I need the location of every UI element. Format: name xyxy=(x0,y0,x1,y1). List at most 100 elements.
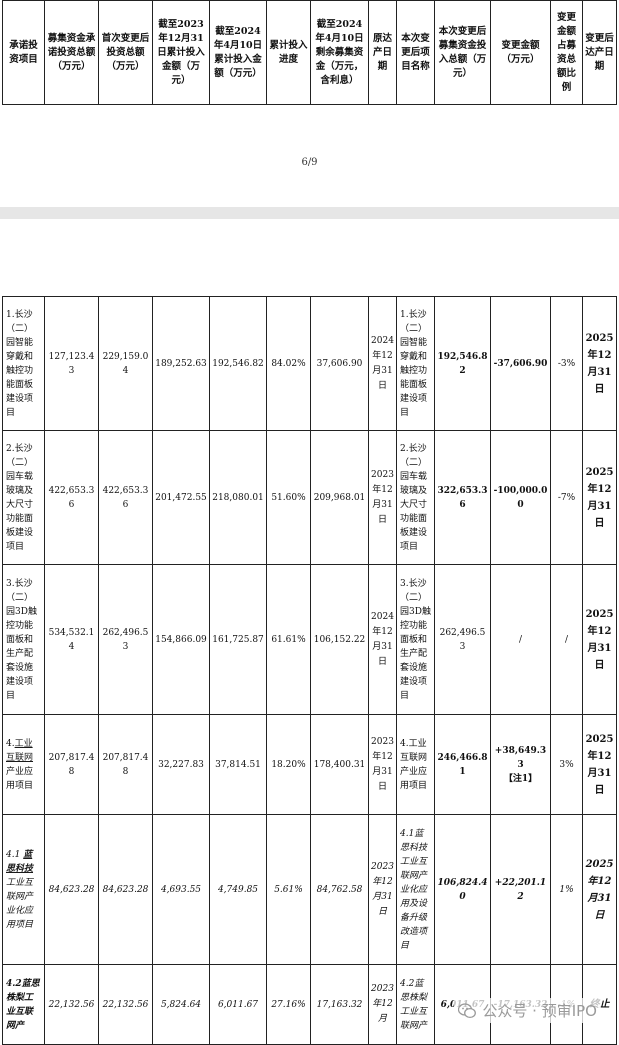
project-name: 4.2蓝思株梨工业互联网产 xyxy=(2,964,45,1045)
col-header: 本次变更后项目名称 xyxy=(396,0,435,105)
committed-amount: 422,653.36 xyxy=(44,430,99,565)
new-project-name: 4.2蓝思株梨工业互联网产 xyxy=(396,964,435,1045)
change-ratio: / xyxy=(550,564,583,715)
progress: 51.60% xyxy=(266,430,311,565)
progress: 84.02% xyxy=(266,296,311,431)
first-change-amount: 207,817.48 xyxy=(98,714,153,815)
project-prefix: 4.1 xyxy=(6,849,24,860)
original-date: 2023年12月 xyxy=(368,964,397,1045)
committed-amount: 84,623.28 xyxy=(44,814,99,965)
col-header: 变更金额占募资总额比例 xyxy=(550,0,583,105)
project-name: 2.长沙（二）园车载玻璃及大尺寸功能面板建设项目 xyxy=(2,430,45,565)
project-prefix: 4. xyxy=(6,738,15,749)
cumulative-2023: 189,252.63 xyxy=(152,296,210,431)
original-date: 2023年12月31日 xyxy=(368,714,397,815)
first-change-amount: 262,496.53 xyxy=(98,564,153,715)
cumulative-2024: 218,080.01 xyxy=(209,430,267,565)
new-project-name: 4.工业互联网产业应用项目 xyxy=(396,714,435,815)
original-date: 2023年12月31日 xyxy=(368,814,397,965)
col-header: 首次变更后投资总额（万元） xyxy=(98,0,153,105)
col-header: 变更后达产日期 xyxy=(582,0,617,105)
cumulative-2024: 161,725.87 xyxy=(209,564,267,715)
new-total: 322,653.36 xyxy=(434,430,491,565)
first-change-amount: 84,623.28 xyxy=(98,814,153,965)
new-total: 262,496.53 xyxy=(434,564,491,715)
page-separator xyxy=(0,207,619,219)
new-project-name: 4.1蓝思科技工业互联网产业化应用及设备升级改造项目 xyxy=(396,814,435,965)
new-project-name: 3.长沙（二）园3D触控功能面板和生产配套设施建设项目 xyxy=(396,564,435,715)
original-date: 2024年12月31日 xyxy=(368,564,397,715)
change-amount: +38,649.33 【注1】 xyxy=(490,714,551,815)
change-ratio: -7% xyxy=(550,430,583,565)
table-row: 2.长沙（二）园车载玻璃及大尺寸功能面板建设项目 422,653.36 422,… xyxy=(2,430,617,565)
table-row: 1.长沙（二）园智能穿戴和触控功能面板建设项目 127,123.43 229,1… xyxy=(2,296,617,431)
original-date: 2023年12月31日 xyxy=(368,430,397,565)
new-date: 2025年12月31日 xyxy=(582,714,617,815)
table-row: 3.长沙（二）园3D触控功能面板和生产配套设施建设项目 534,532.14 2… xyxy=(2,564,617,715)
change-amount: / xyxy=(490,564,551,715)
col-header: 变更金额（万元） xyxy=(490,0,551,105)
project-suffix: 产业应用项目 xyxy=(6,766,34,791)
new-date: 2025年12月31日 xyxy=(582,430,617,565)
remaining-funds: 37,606.90 xyxy=(310,296,369,431)
col-header: 本次变更后募集资金投入总额（万元） xyxy=(434,0,491,105)
col-header: 原达产日期 xyxy=(368,0,397,105)
col-header: 截至2024年4月10日累计投入金额（万元） xyxy=(209,0,267,105)
cumulative-2024: 4,749.85 xyxy=(209,814,267,965)
change-ratio: 3% xyxy=(550,714,583,815)
progress: 27.16% xyxy=(266,964,311,1045)
new-total: 246,466.81 xyxy=(434,714,491,815)
change-note: 【注1】 xyxy=(503,773,538,784)
change-amount: +22,201.12 xyxy=(490,814,551,965)
col-header: 截至2023年12月31日累计投入金额（万元） xyxy=(152,0,210,105)
new-project-name: 1.长沙（二）园智能穿戴和触控功能面板建设项目 xyxy=(396,296,435,431)
page-number: 6/9 xyxy=(301,157,318,168)
new-date: 2025年12月31日 xyxy=(582,814,617,965)
table-row: 4.1 蓝思科技工业互联网产业化应用项目 84,623.28 84,623.28… xyxy=(2,814,617,965)
change-ratio: 1% xyxy=(550,814,583,965)
col-header: 募集资金承诺投资总额（万元） xyxy=(44,0,99,105)
table-header: 承诺投资项目 募集资金承诺投资总额（万元） 首次变更后投资总额（万元） 截至20… xyxy=(2,0,617,105)
wechat-icon xyxy=(458,1002,477,1018)
col-header: 截至2024年4月10日剩余募集资金（万元，含利息） xyxy=(310,0,369,105)
cumulative-2023: 5,824.64 xyxy=(152,964,210,1045)
project-suffix: 工业互联网产业化应用项目 xyxy=(6,877,34,930)
first-change-amount: 22,132.56 xyxy=(98,964,153,1045)
cumulative-2023: 154,866.09 xyxy=(152,564,210,715)
page: 承诺投资项目 募集资金承诺投资总额（万元） 首次变更后投资总额（万元） 截至20… xyxy=(0,0,619,1045)
committed-amount: 207,817.48 xyxy=(44,714,99,815)
committed-amount: 127,123.43 xyxy=(44,296,99,431)
change-ratio: -3% xyxy=(550,296,583,431)
first-change-amount: 422,653.36 xyxy=(98,430,153,565)
remaining-funds: 106,152.22 xyxy=(310,564,369,715)
new-total: 192,546.82 xyxy=(434,296,491,431)
table-body: 1.长沙（二）园智能穿戴和触控功能面板建设项目 127,123.43 229,1… xyxy=(2,296,617,1045)
change-amount: -37,606.90 xyxy=(490,296,551,431)
original-date: 2024年12月31日 xyxy=(368,296,397,431)
cumulative-2024: 192,546.82 xyxy=(209,296,267,431)
remaining-funds: 17,163.32 xyxy=(310,964,369,1045)
change-amount: -100,000.00 xyxy=(490,430,551,565)
new-total: 106,824.40 xyxy=(434,814,491,965)
remaining-funds: 178,400.31 xyxy=(310,714,369,815)
progress: 5.61% xyxy=(266,814,311,965)
new-date: 2025年12月31日 xyxy=(582,564,617,715)
new-date: 2025年12月31日 xyxy=(582,296,617,431)
committed-amount: 22,132.56 xyxy=(44,964,99,1045)
progress: 61.61% xyxy=(266,564,311,715)
col-header: 承诺投资项目 xyxy=(2,0,45,105)
cumulative-2023: 32,227.83 xyxy=(152,714,210,815)
cumulative-2024: 37,814.51 xyxy=(209,714,267,815)
remaining-funds: 209,968.01 xyxy=(310,430,369,565)
table-row: 4.工业互联网产业应用项目 207,817.48 207,817.48 32,2… xyxy=(2,714,617,815)
committed-amount: 534,532.14 xyxy=(44,564,99,715)
project-name: 4.工业互联网产业应用项目 xyxy=(2,714,45,815)
project-name: 4.1 蓝思科技工业互联网产业化应用项目 xyxy=(2,814,45,965)
new-project-name: 2.长沙（二）园车载玻璃及大尺寸功能面板建设项目 xyxy=(396,430,435,565)
watermark-text: 公众号 · 预审IPO xyxy=(482,1002,597,1020)
change-value: +38,649.33 xyxy=(494,745,547,770)
cumulative-2024: 6,011.67 xyxy=(209,964,267,1045)
cumulative-2023: 4,693.55 xyxy=(152,814,210,965)
project-name: 3.长沙（二）园3D触控功能面板和生产配套设施建设项目 xyxy=(2,564,45,715)
cumulative-2023: 201,472.55 xyxy=(152,430,210,565)
